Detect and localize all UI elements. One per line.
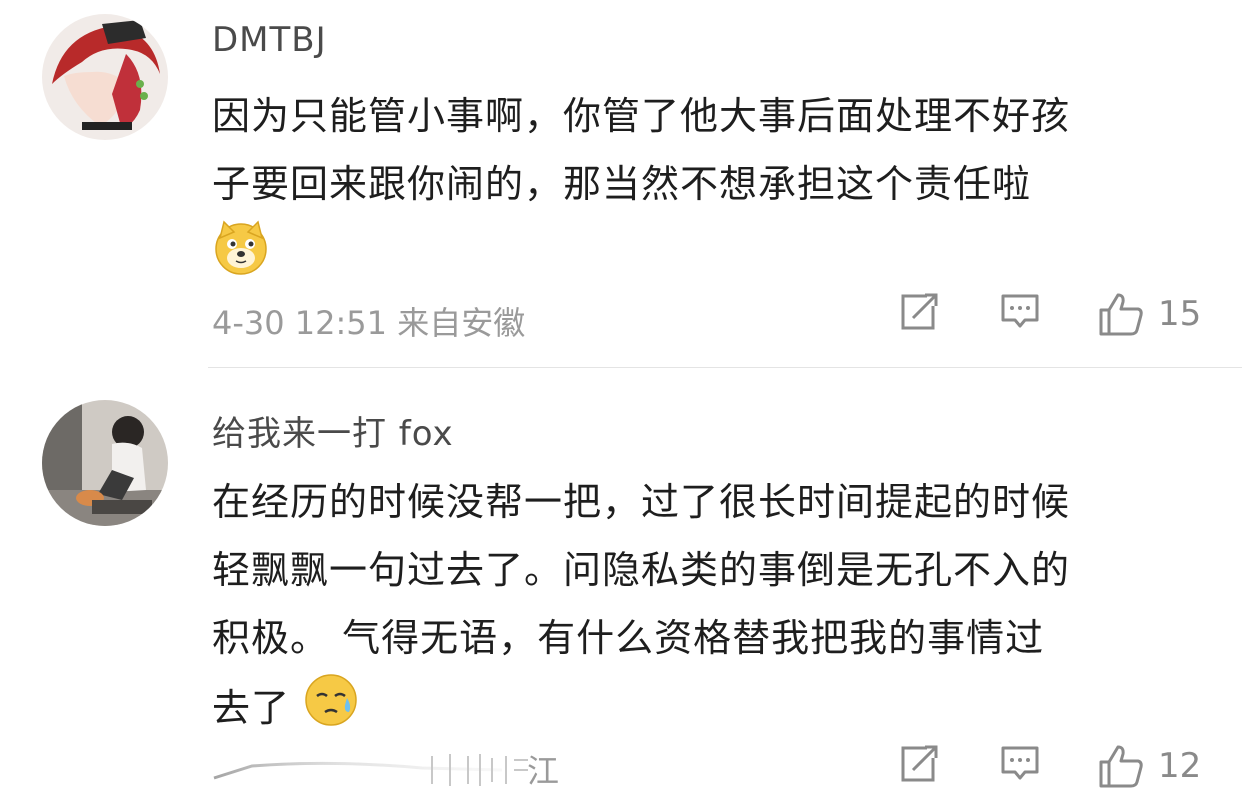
comment-item: DMTBJ 因为只能管小事啊，你管了他大事后面处理不好孩 子要回来跟你闹的，那当…: [0, 0, 1242, 368]
comment-timestamp: 4-30 12:51 来自安徽: [212, 304, 526, 342]
repost-button[interactable]: [897, 292, 939, 332]
like-count: 12: [1158, 746, 1202, 786]
comment-location-fragment: 江: [527, 752, 560, 790]
comment-text-fragment: 去了: [212, 686, 291, 730]
comment-text-line: 在经历的时候没帮一把，过了很长时间提起的时候: [212, 480, 1071, 524]
comment-text-line: 子要回来跟你闹的，那当然不想承担这个责任啦: [212, 162, 1032, 206]
reply-button[interactable]: [999, 292, 1041, 332]
sweat-emoji-icon: [303, 672, 359, 749]
like-count: 15: [1158, 294, 1202, 334]
repost-icon: [901, 293, 938, 330]
comment-text-line: 积极。 气得无语，有什么资格替我把我的事情过: [212, 616, 1045, 660]
repost-icon: [901, 745, 938, 782]
comment-timestamp-obscured: 江: [212, 746, 560, 790]
comment-text-line: 轻飘飘一句过去了。问隐私类的事倒是无孔不入的: [212, 548, 1071, 592]
doge-emoji-icon: [212, 218, 270, 297]
comment-icon: [1001, 746, 1039, 780]
like-button[interactable]: 15: [1098, 292, 1201, 336]
avatar[interactable]: [42, 400, 168, 526]
comment-text-line: 因为只能管小事啊，你管了他大事后面处理不好孩: [212, 94, 1071, 138]
comment-icon: [1001, 294, 1039, 328]
username[interactable]: 给我来一打 fox: [212, 406, 454, 455]
repost-button[interactable]: [897, 744, 939, 784]
thumbs-up-icon: [1099, 293, 1143, 336]
comment-text: 在经历的时候没帮一把，过了很长时间提起的时候 轻飘飘一句过去了。问隐私类的事倒是…: [212, 468, 1202, 749]
reply-button[interactable]: [999, 744, 1041, 784]
comment-text: 因为只能管小事啊，你管了他大事后面处理不好孩 子要回来跟你闹的，那当然不想承担这…: [212, 82, 1202, 297]
thumbs-up-icon: [1099, 745, 1143, 788]
avatar[interactable]: [42, 14, 168, 140]
comment-item: 给我来一打 fox 在经历的时候没帮一把，过了很长时间提起的时候 轻飘飘一句过去…: [0, 368, 1242, 803]
like-button[interactable]: 12: [1098, 744, 1201, 788]
emoji-line: [212, 218, 1202, 297]
comment-text-line: 去了: [212, 672, 1202, 749]
username[interactable]: DMTBJ: [212, 20, 327, 60]
